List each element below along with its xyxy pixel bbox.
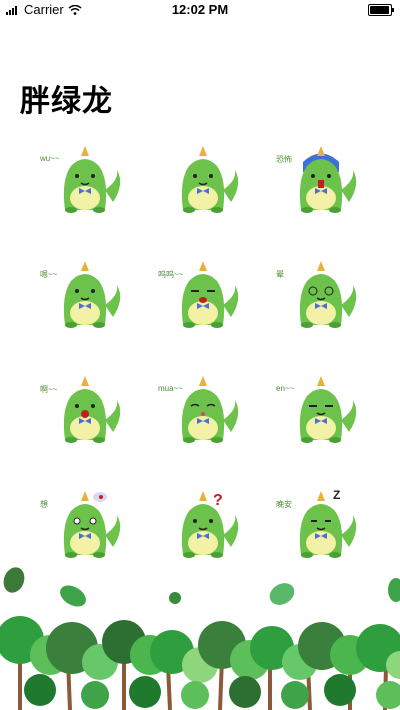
sticker-label: 想 <box>40 500 48 509</box>
sticker-label: 嗯~~ <box>40 270 58 279</box>
sticker-dizzy[interactable]: 晕 <box>271 255 371 335</box>
sticker-sleep[interactable]: Z 晚安 <box>271 485 371 565</box>
status-time: 12:02 PM <box>171 2 229 17</box>
dragon-icon <box>63 261 121 328</box>
dragon-icon: ? <box>181 491 239 558</box>
sticker-cry[interactable]: 呜呜~~ <box>153 255 253 335</box>
sticker-label: wu~~ <box>40 154 60 163</box>
sticker-label: mua~~ <box>158 384 183 393</box>
sticker-kiss[interactable]: mua~~ <box>153 370 253 450</box>
dragon-icon <box>181 376 239 443</box>
battery-icon <box>368 4 394 16</box>
sticker-label: 晕 <box>276 270 284 279</box>
sticker-wu[interactable]: wu~~ <box>35 140 135 220</box>
forest-decoration <box>0 567 400 710</box>
status-right <box>368 4 394 16</box>
sticker-hmm[interactable]: 嗯~~ <box>35 255 135 335</box>
sticker-label: 呜呜~~ <box>158 270 184 279</box>
dragon-icon <box>181 146 239 213</box>
dragon-icon <box>63 491 121 558</box>
page-title: 胖绿龙 <box>20 85 113 118</box>
sticker-scared[interactable]: 恐怖 <box>271 140 371 220</box>
dragon-icon <box>181 261 239 328</box>
sticker-shock[interactable]: 啊~~ <box>35 370 135 450</box>
sticker-happy[interactable] <box>153 140 253 220</box>
dragon-icon <box>299 376 357 443</box>
dragon-icon <box>299 146 357 213</box>
sticker-en[interactable]: en~~ <box>271 370 371 450</box>
svg-text:Z: Z <box>333 488 340 502</box>
status-bar: Carrier 12:02 PM <box>0 0 400 20</box>
sticker-label: 啊~~ <box>40 385 58 394</box>
svg-text:?: ? <box>213 492 223 509</box>
sticker-grid: wu~~ 恐怖嗯~~ 呜呜~~ 晕啊~~ mua~~ en~~ 想? Z 晚安 <box>35 140 375 565</box>
sticker-question[interactable]: ? <box>153 485 253 565</box>
dragon-icon <box>63 376 121 443</box>
sticker-label: 恐怖 <box>276 155 292 164</box>
dragon-icon <box>63 146 121 213</box>
dragon-icon <box>299 261 357 328</box>
sticker-think[interactable]: 想 <box>35 485 135 565</box>
sticker-label: en~~ <box>276 384 295 393</box>
sticker-label: 晚安 <box>276 500 292 509</box>
dragon-icon: Z <box>299 488 357 558</box>
